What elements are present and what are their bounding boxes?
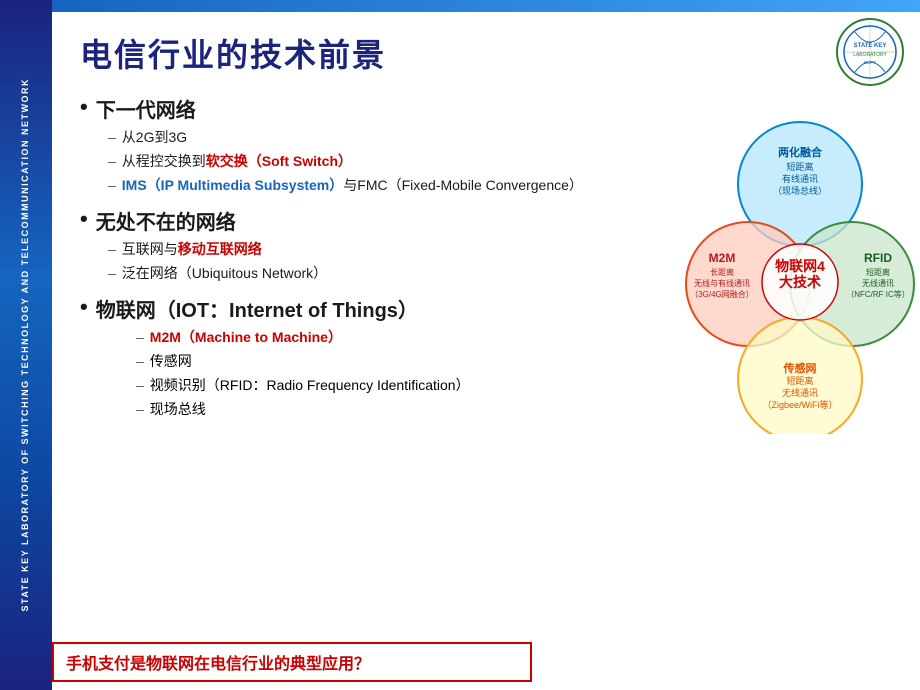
sub-item-text-softswitch: 从程控交换到软交换（Soft Switch） [122,151,650,172]
svg-text:（3G/4G网融合）: （3G/4G网融合） [690,289,754,299]
sidebar-text: STATE KEY LABORATORY OF SWITCHING TECHNO… [20,78,32,612]
svg-text:（Zigbee/WiFi等）: （Zigbee/WiFi等） [762,399,837,410]
bullet-dot-3: • [80,294,88,320]
bullet-main-2: • 无处不在的网络 [80,206,650,235]
sub-item-text-mobile: 互联网与移动互联网络 [122,239,650,260]
sub-item-softswitch: – 从程控交换到软交换（Soft Switch） [108,151,650,172]
section-ubiquitous-network: • 无处不在的网络 – 互联网与移动互联网络 – 泛在网络（Ubiquitous… [80,206,650,284]
content-layout: • 下一代网络 – 从2G到3G – 从程控交换到软交换（Soft Switch… [80,94,900,434]
svg-text:短距离: 短距离 [786,161,813,172]
sub-item-rfid: – 视频识别（RFID：Radio Frequency Identificati… [108,375,650,396]
svg-text:大技术: 大技术 [779,274,821,290]
sub-item-ims: – IMS（IP Multimedia Subsystem）与FMC（Fixed… [108,175,650,196]
iot-diagram-svg: 两化融合 短距离 有线通讯 （现场总线） M2M 长距离 无线与有线通讯 （3G… [660,94,920,434]
bullet-main-1: • 下一代网络 [80,94,650,123]
logo-area: STATE KEY LABORATORY BUPT [835,17,905,87]
logo-icon: STATE KEY LABORATORY BUPT [835,17,905,87]
sidebar: STATE KEY LABORATORY OF SWITCHING TECHNO… [0,0,52,690]
m2m-highlight: Machine to Machine [195,329,328,345]
svg-text:长距离: 长距离 [710,267,734,277]
main-content: STATE KEY LABORATORY BUPT 电信行业的技术前景 • 下一… [52,12,920,690]
softswitch-highlight: 软交换（Soft Switch） [206,153,352,169]
sub-item-sensor: – 传感网 [108,351,650,372]
bullet-main-3: • 物联网（IOT：Internet of Things） [80,294,650,323]
svg-text:无线通讯: 无线通讯 [782,387,818,398]
bottom-notice: 手机支付是物联网在电信行业的典型应用？ [52,642,532,682]
text-column: • 下一代网络 – 从2G到3G – 从程控交换到软交换（Soft Switch… [80,94,660,434]
svg-text:短距离: 短距离 [866,267,890,277]
svg-text:RFID: RFID [864,251,892,265]
svg-text:无线通讯: 无线通讯 [862,278,894,288]
sub-item-2g-3g: – 从2G到3G [108,127,650,148]
section1-label: 下一代网络 [96,94,196,123]
sub-item-mobile-internet: – 互联网与移动互联网络 [108,239,650,260]
sub-item-text-m2m: M2M（Machine to Machine） [150,327,650,348]
svg-text:（NFC/RF IC等）: （NFC/RF IC等） [846,289,910,299]
section1-subitems: – 从2G到3G – 从程控交换到软交换（Soft Switch） – IMS（… [80,127,650,196]
top-bar [52,0,920,12]
svg-text:物联网4: 物联网4 [775,258,825,274]
page-title: 电信行业的技术前景 [80,30,900,76]
sub-item-text-ubiquitous: 泛在网络（Ubiquitous Network） [122,263,650,284]
sub-item-text-rfid: 视频识别（RFID：Radio Frequency Identification… [150,375,650,396]
section3-label: 物联网（IOT：Internet of Things） [96,294,418,323]
diagram-column: 两化融合 短距离 有线通讯 （现场总线） M2M 长距离 无线与有线通讯 （3G… [660,94,920,434]
mobile-internet-highlight: 移动互联网络 [178,241,262,257]
sub-item-text-sensor: 传感网 [150,351,650,372]
sub-item-text-fieldbus: 现场总线 [150,399,650,420]
bullet-dot-1: • [80,94,88,120]
sub-item-ubiquitous: – 泛在网络（Ubiquitous Network） [108,263,650,284]
sub-item-m2m: – M2M（Machine to Machine） [108,327,650,348]
section3-subitems: – M2M（Machine to Machine） – 传感网 – 视频识别（R… [80,327,650,420]
section2-subitems: – 互联网与移动互联网络 – 泛在网络（Ubiquitous Network） [80,239,650,284]
svg-text:M2M: M2M [709,251,736,265]
section-iot: • 物联网（IOT：Internet of Things） – M2M（Mach… [80,294,650,420]
svg-text:LABORATORY: LABORATORY [853,52,887,58]
sub-item-text-2g3g: 从2G到3G [122,127,650,148]
svg-text:短距离: 短距离 [786,375,813,386]
svg-text:两化融合: 两化融合 [778,145,823,159]
bottom-notice-text: 手机支付是物联网在电信行业的典型应用？ [66,656,370,673]
svg-text:（现场总线）: （现场总线） [773,185,827,196]
section-next-gen-network: • 下一代网络 – 从2G到3G – 从程控交换到软交换（Soft Switch… [80,94,650,196]
iot-diagram: 两化融合 短距离 有线通讯 （现场总线） M2M 长距离 无线与有线通讯 （3G… [660,94,920,434]
svg-text:无线与有线通讯: 无线与有线通讯 [694,278,750,288]
svg-text:有线通讯: 有线通讯 [782,173,818,184]
ims-highlight: IMS（IP Multimedia Subsystem） [122,177,343,193]
sub-item-fieldbus: – 现场总线 [108,399,650,420]
svg-text:传感网: 传感网 [783,361,817,375]
section2-label: 无处不在的网络 [96,206,236,235]
bullet-dot-2: • [80,206,88,232]
sub-item-text-ims: IMS（IP Multimedia Subsystem）与FMC（Fixed-M… [122,175,650,196]
